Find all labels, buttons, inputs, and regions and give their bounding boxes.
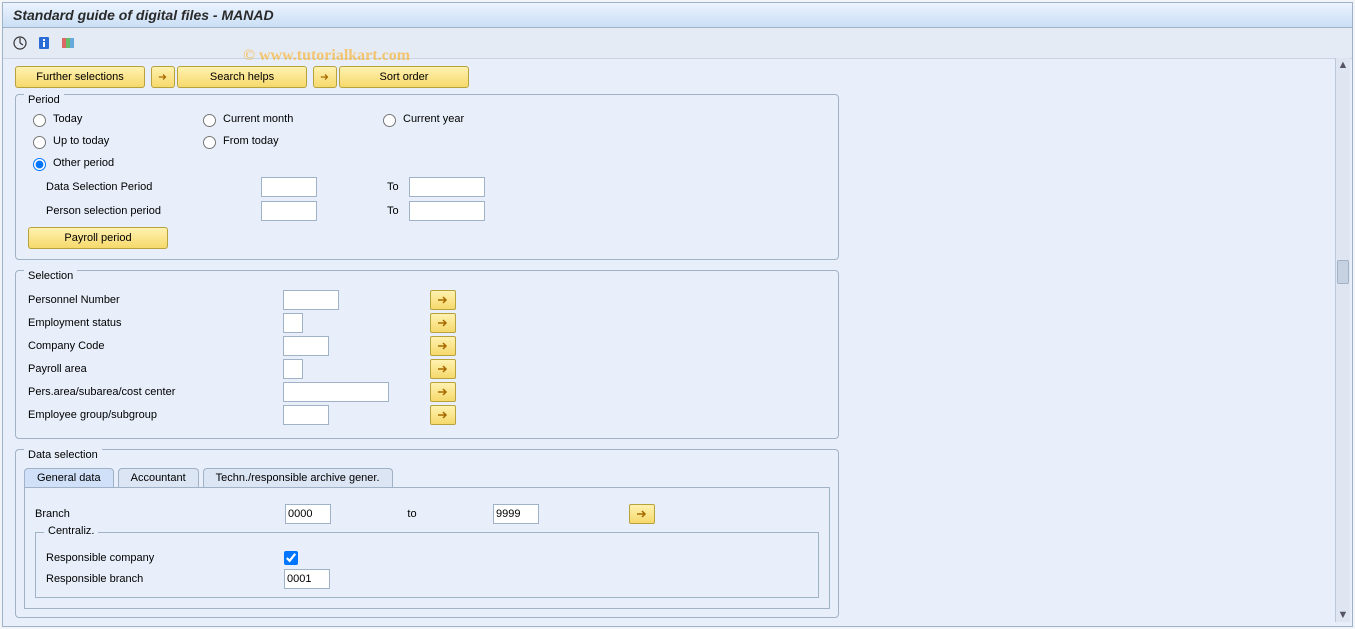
tab-strip: General data Accountant Techn./responsib…: [24, 468, 830, 488]
emp-group-input[interactable]: [283, 405, 329, 425]
company-input[interactable]: [283, 336, 329, 356]
data-selection-to-label: To: [387, 181, 399, 193]
empstat-input[interactable]: [283, 313, 303, 333]
branch-multisel-icon[interactable]: [629, 504, 655, 524]
payroll-period-button[interactable]: Payroll period: [28, 227, 168, 249]
radio-current-month[interactable]: Current month: [198, 111, 378, 127]
content-area: Further selections Search helps Sort ord…: [7, 58, 1334, 622]
sort-order-button[interactable]: Sort order: [339, 66, 469, 88]
payroll-area-label: Payroll area: [28, 363, 283, 375]
layout-icon[interactable]: [59, 34, 77, 52]
pernr-multisel-icon[interactable]: [430, 290, 456, 310]
branch-to-input[interactable]: [493, 504, 539, 524]
branch-label: Branch: [35, 508, 285, 520]
data-selection-legend: Data selection: [24, 449, 102, 461]
person-selection-period-label: Person selection period: [46, 205, 261, 217]
resp-branch-label: Responsible branch: [46, 573, 284, 585]
tab-accountant[interactable]: Accountant: [118, 468, 199, 487]
empstat-multisel-icon[interactable]: [430, 313, 456, 333]
payroll-area-multisel-icon[interactable]: [430, 359, 456, 379]
top-button-row: Further selections Search helps Sort ord…: [7, 58, 1334, 94]
scroll-grip[interactable]: [1337, 260, 1349, 284]
tab-techn-responsible[interactable]: Techn./responsible archive gener.: [203, 468, 393, 487]
data-selection-to[interactable]: [409, 177, 485, 197]
scroll-up-icon[interactable]: ▲: [1336, 58, 1350, 72]
radio-from-today-label: From today: [223, 135, 279, 147]
data-selection-from[interactable]: [261, 177, 317, 197]
radio-from-today[interactable]: From today: [198, 133, 378, 149]
branch-from-input[interactable]: [285, 504, 331, 524]
pernr-input[interactable]: [283, 290, 339, 310]
centraliz-legend: Centraliz.: [44, 525, 98, 537]
scroll-down-icon[interactable]: ▼: [1336, 608, 1350, 622]
person-selection-from[interactable]: [261, 201, 317, 221]
emp-group-multisel-icon[interactable]: [430, 405, 456, 425]
radio-current-month-label: Current month: [223, 113, 293, 125]
person-selection-to-label: To: [387, 205, 399, 217]
tab-general-data[interactable]: General data: [24, 468, 114, 487]
company-multisel-icon[interactable]: [430, 336, 456, 356]
period-panel: Period Today Current month Current year …: [15, 94, 839, 260]
centraliz-group: Centraliz. Responsible company Responsib…: [35, 532, 819, 598]
search-helps-arrow-icon[interactable]: [151, 66, 175, 88]
selection-legend: Selection: [24, 270, 77, 282]
radio-other-period-label: Other period: [53, 157, 114, 169]
tab-content-general: Branch to Centraliz. Responsible company…: [24, 488, 830, 609]
execute-icon[interactable]: [11, 34, 29, 52]
pers-area-multisel-icon[interactable]: [430, 382, 456, 402]
radio-today-label: Today: [53, 113, 82, 125]
person-selection-to[interactable]: [409, 201, 485, 221]
resp-company-label: Responsible company: [46, 552, 284, 564]
selection-panel: Selection Personnel Number Employment st…: [15, 270, 839, 439]
app-toolbar: [3, 28, 1352, 59]
radio-other-period[interactable]: Other period: [28, 155, 198, 171]
vertical-scrollbar[interactable]: ▲ ▼: [1335, 58, 1350, 622]
empstat-label: Employment status: [28, 317, 283, 329]
company-label: Company Code: [28, 340, 283, 352]
radio-current-year[interactable]: Current year: [378, 111, 558, 127]
period-legend: Period: [24, 94, 64, 106]
pernr-label: Personnel Number: [28, 294, 283, 306]
radio-current-year-label: Current year: [403, 113, 464, 125]
branch-to-label: to: [367, 508, 457, 520]
pers-area-input[interactable]: [283, 382, 389, 402]
payroll-area-input[interactable]: [283, 359, 303, 379]
search-helps-button[interactable]: Search helps: [177, 66, 307, 88]
resp-branch-input[interactable]: [284, 569, 330, 589]
info-icon[interactable]: [35, 34, 53, 52]
further-selections-button[interactable]: Further selections: [15, 66, 145, 88]
radio-up-to-today[interactable]: Up to today: [28, 133, 198, 149]
radio-up-to-today-label: Up to today: [53, 135, 109, 147]
radio-today[interactable]: Today: [28, 111, 198, 127]
data-selection-panel: Data selection General data Accountant T…: [15, 449, 839, 618]
page-title: Standard guide of digital files - MANAD: [3, 3, 1352, 28]
pers-area-label: Pers.area/subarea/cost center: [28, 386, 283, 398]
emp-group-label: Employee group/subgroup: [28, 409, 283, 421]
scroll-track[interactable]: [1336, 72, 1350, 608]
sort-order-arrow-icon[interactable]: [313, 66, 337, 88]
data-selection-period-label: Data Selection Period: [46, 181, 261, 193]
resp-company-checkbox[interactable]: [284, 551, 298, 565]
